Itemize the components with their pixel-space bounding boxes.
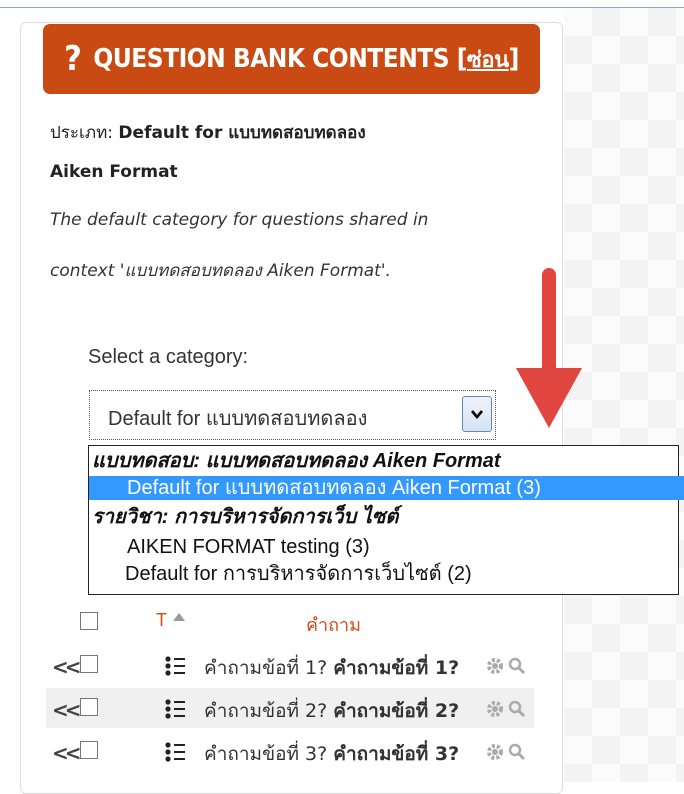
category-description-cont: context 'แบบทดสอบทดลอง Aiken Format'. [50,261,391,281]
header-title: QUESTION BANK CONTENTS [ [93,44,467,74]
dropdown-option[interactable]: AIKEN FORMAT testing (3) [89,535,684,559]
hide-link[interactable]: ซ่อน [467,42,509,77]
down-arrow-annotation [516,268,582,428]
question-icon: ? [64,39,82,79]
add-to-quiz-icon[interactable]: << [52,741,81,765]
category-select-value: Default for แบบทดสอบทดลอง [108,408,368,430]
preview-search-icon[interactable] [508,743,526,761]
category-name-line2: Aiken Format [50,162,178,182]
category-select[interactable]: Default for แบบทดสอบทดลอง [89,390,496,440]
category-label: ประเภท: [50,123,119,143]
dropdown-group-quiz: แบบทดสอบ: แบบทดสอบทดลอง Aiken Format [92,450,501,472]
multichoice-icon [165,742,185,762]
table-row: << คำถามข้อที่ 1? คำถามข้อที่ 1? [46,645,534,685]
add-to-quiz-icon[interactable]: << [52,655,81,679]
multichoice-icon [165,699,185,719]
gear-icon[interactable] [486,657,504,675]
column-header-type[interactable]: T [156,610,167,631]
row-checkbox[interactable] [80,698,98,716]
row-checkbox[interactable] [80,655,98,673]
dropdown-option-selected[interactable]: Default for แบบทดสอบทดลอง Aiken Format (… [89,476,684,500]
preview-search-icon[interactable] [508,700,526,718]
gear-icon[interactable] [486,700,504,718]
page-background [564,8,684,782]
preview-search-icon[interactable] [508,657,526,675]
column-header-question[interactable]: คำถาม [306,610,361,639]
header-close-bracket: ] [508,44,520,74]
question-text: คำถามข้อที่ 3? คำถามข้อที่ 3? [204,743,460,765]
category-dropdown-list: แบบทดสอบ: แบบทดสอบทดลอง Aiken Format Def… [88,445,684,595]
chevron-down-icon[interactable] [462,396,492,432]
category-description: The default category for questions share… [50,210,429,230]
add-to-quiz-icon[interactable]: << [52,698,81,722]
table-row: << คำถามข้อที่ 3? คำถามข้อที่ 3? [46,731,534,771]
gear-icon[interactable] [486,743,504,761]
table-row: << คำถามข้อที่ 2? คำถามข้อที่ 2? [46,688,534,728]
dropdown-group-course: รายวิชา: การบริหารจัดการเว็บ ไซต์ [92,506,399,528]
select-all-checkbox[interactable] [80,612,98,630]
row-checkbox[interactable] [80,741,98,759]
category-label-line: ประเภท: Default for แบบทดสอบทดลอง [50,119,366,146]
category-name: Default for แบบทดสอบทดลอง [118,123,366,143]
dropdown-option[interactable]: Default for การบริหารจัดการเว็บไซต์ (2) [89,562,684,586]
question-bank-header: ? QUESTION BANK CONTENTS [ซ่อน] [43,24,540,94]
sort-asc-icon [173,613,185,621]
multichoice-icon [165,656,185,676]
select-category-label: Select a category: [88,346,249,368]
question-text: คำถามข้อที่ 1? คำถามข้อที่ 1? [204,657,460,679]
question-text: คำถามข้อที่ 2? คำถามข้อที่ 2? [204,700,460,722]
category-name-cont: Aiken Format [50,162,178,182]
